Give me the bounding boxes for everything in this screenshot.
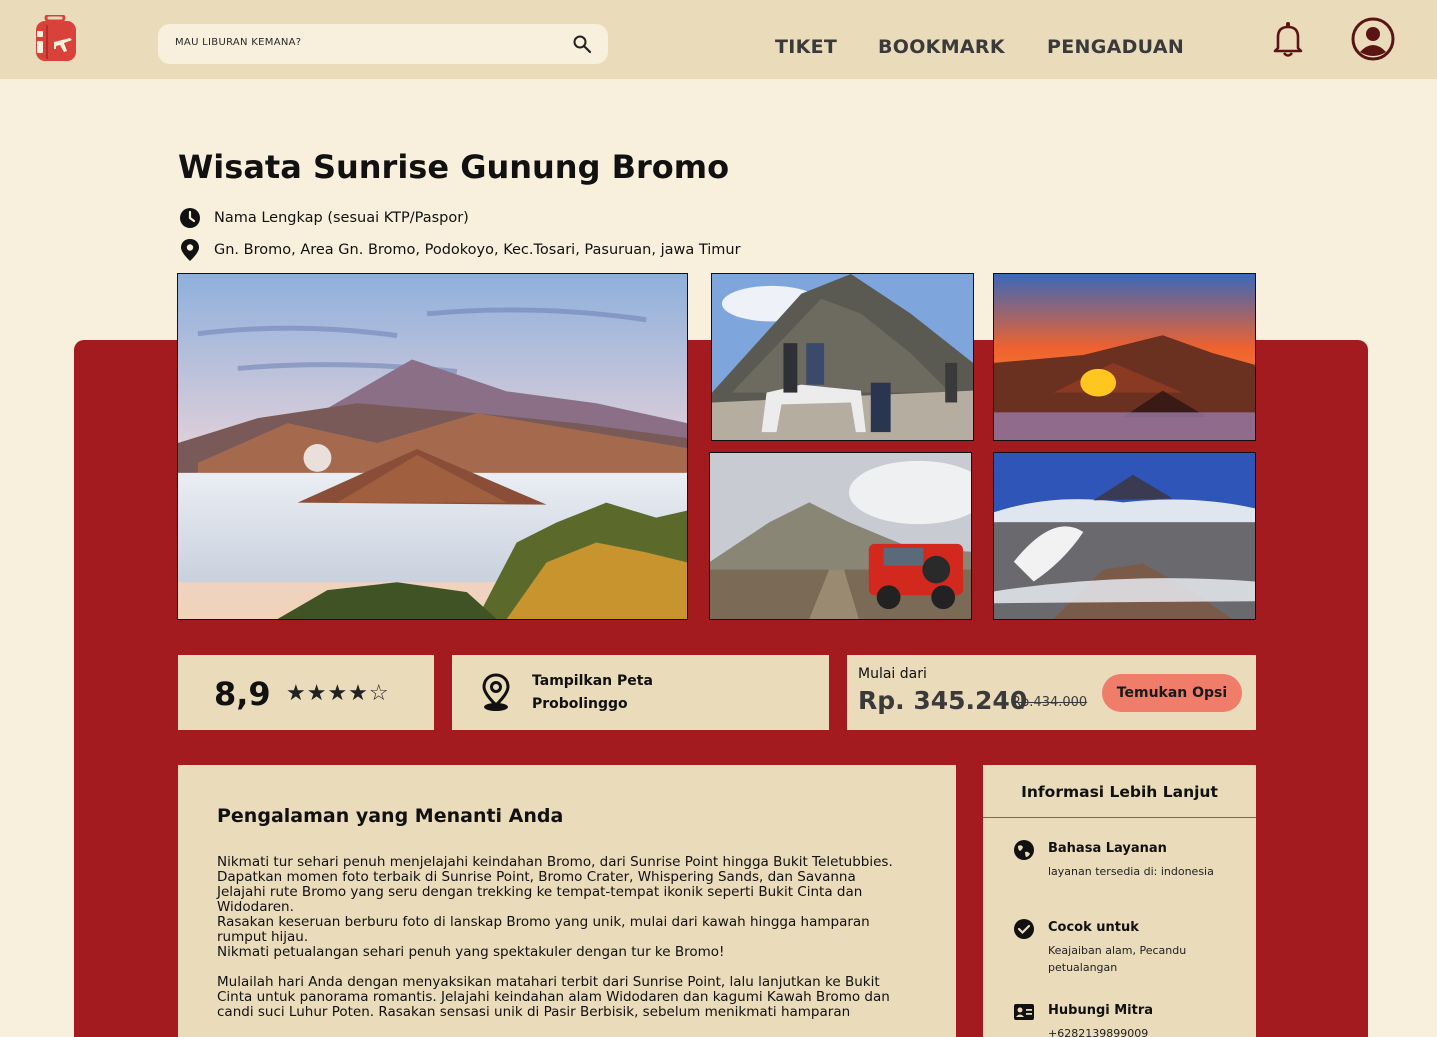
page-title: Wisata Sunrise Gunung Bromo (178, 148, 730, 186)
experience-body: Nikmati tur sehari penuh menjelajahi kei… (217, 855, 917, 1020)
photo-bromo-crater-smoke[interactable] (993, 452, 1256, 620)
check-circle-icon (1013, 918, 1035, 940)
search-icon[interactable] (572, 34, 592, 54)
map-pin-icon (480, 673, 512, 713)
experience-card: Pengalaman yang Menanti Anda Nikmati tur… (178, 765, 956, 1037)
more-info-card: Informasi Lebih Lanjut Bahasa Layanan la… (983, 765, 1256, 1037)
suitable-for-value: Keajaiban alam, Pecandu petualangan (1048, 944, 1187, 974)
nav-pengaduan[interactable]: PENGADUAN (1047, 36, 1184, 58)
price-original: Rp.434.000 (1012, 695, 1088, 710)
service-language-heading: Bahasa Layanan (1048, 841, 1167, 856)
user-avatar-icon[interactable] (1350, 16, 1396, 62)
suitable-for-heading: Cocok untuk (1048, 920, 1139, 935)
address-text: Gn. Bromo, Area Gn. Bromo, Podokoyo, Kec… (214, 242, 741, 258)
nav-tiket[interactable]: TIKET (775, 36, 837, 58)
top-navbar: MAU LIBURAN KEMANA? TIKET BOOKMARK PENGA… (0, 0, 1437, 79)
map-card[interactable]: Tampilkan Peta Probolinggo (452, 655, 829, 730)
rating-score: 8,9 (214, 675, 271, 713)
map-city-label: Probolinggo (532, 696, 628, 712)
globe-icon (1013, 839, 1035, 861)
address-row: Gn. Bromo, Area Gn. Bromo, Podokoyo, Kec… (178, 238, 741, 262)
photo-main-bromo-sunrise[interactable] (177, 273, 688, 620)
experience-paragraph: Rasakan keseruan berburu foto di lanskap… (217, 914, 870, 945)
experience-paragraph: Nikmati tur sehari penuh menjelajahi kei… (217, 854, 893, 870)
more-info-title: Informasi Lebih Lanjut (1021, 783, 1218, 801)
experience-paragraph: Mulailah hari Anda dengan menyaksikan ma… (217, 974, 890, 1020)
photo-bromo-horse-ride[interactable] (711, 273, 974, 441)
subtitle-text: Nama Lengkap (sesuai KTP/Paspor) (214, 210, 469, 226)
price-card: Mulai dari Rp. 345.240 Rp.434.000 Temuka… (847, 655, 1256, 730)
divider (983, 817, 1256, 818)
photo-bromo-sunset-crater[interactable] (993, 273, 1256, 441)
nav-bookmark[interactable]: BOOKMARK (878, 36, 1005, 58)
contact-partner-phone[interactable]: +6282139899009 (1048, 1025, 1238, 1037)
experience-paragraph: Dapatkan momen foto terbaik di Sunrise P… (217, 869, 856, 885)
contact-card-icon (1013, 1001, 1035, 1023)
find-options-button[interactable]: Temukan Opsi (1102, 674, 1242, 712)
search-bar[interactable]: MAU LIBURAN KEMANA? (158, 24, 608, 64)
rating-card: 8,9 ★★★★☆ (178, 655, 434, 730)
service-language-value: layanan tersedia di: indonesia (1048, 865, 1214, 878)
show-map-link[interactable]: Tampilkan Peta (532, 673, 653, 689)
experience-title: Pengalaman yang Menanti Anda (217, 805, 564, 827)
contact-partner-heading: Hubungi Mitra (1048, 1003, 1154, 1018)
price-label: Mulai dari (858, 666, 927, 682)
notification-bell-icon[interactable] (1272, 20, 1304, 58)
experience-paragraph: Jelajahi rute Bromo yang seru dengan tre… (217, 884, 863, 915)
price-current: Rp. 345.240 (858, 686, 1028, 715)
subtitle-row: Nama Lengkap (sesuai KTP/Paspor) (178, 206, 469, 230)
rating-stars: ★★★★☆ (286, 681, 390, 706)
photo-bromo-jeep-savanna[interactable] (709, 452, 972, 620)
suitcase-plane-logo-icon[interactable] (34, 13, 80, 63)
experience-paragraph: Nikmati petualangan sehari penuh yang sp… (217, 944, 725, 960)
search-input[interactable]: MAU LIBURAN KEMANA? (175, 37, 301, 48)
location-pin-icon (178, 238, 202, 262)
clock-icon (178, 206, 202, 230)
